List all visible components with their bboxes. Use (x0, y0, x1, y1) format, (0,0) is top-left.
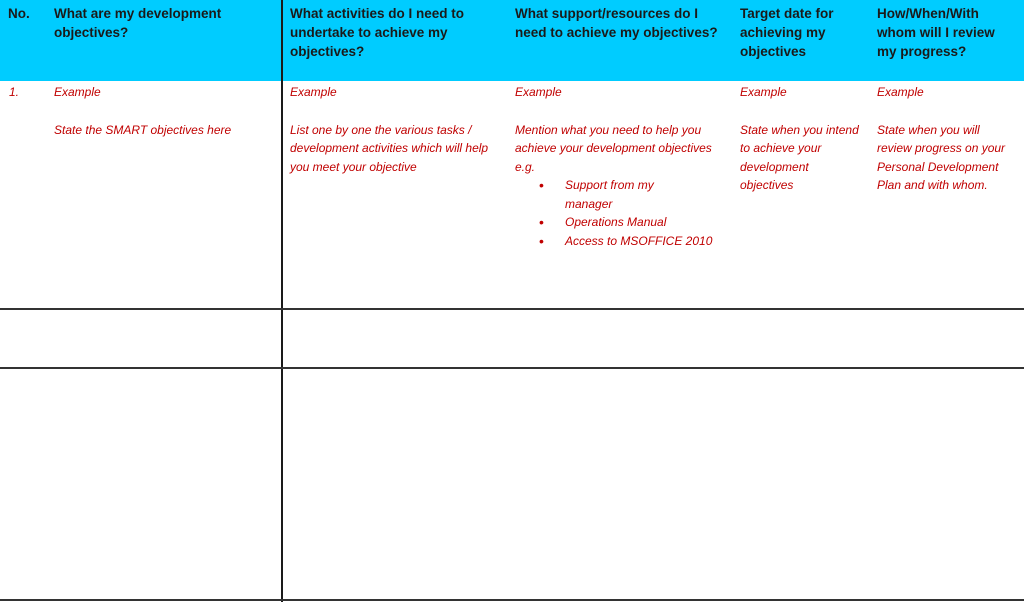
header-activities: What activities do I need to undertake t… (290, 6, 465, 59)
target-text: State when you intend to achieve your de… (740, 122, 859, 193)
objectives-cell[interactable]: Example State the SMART objectives here (54, 83, 279, 139)
bullet-item: Support from my manager (539, 176, 695, 213)
header-objectives: What are my development objectives? (54, 6, 222, 40)
review-text: State when you will review progress on y… (877, 122, 1006, 193)
header-target-date: Target date for achieving my objectives (740, 6, 834, 59)
target-date-cell[interactable]: Example State when you intend to achieve… (740, 83, 862, 195)
support-bullet-list: Support from my manager Operations Manua… (515, 176, 730, 250)
example-label: Example (740, 85, 787, 99)
empty-objectives-cell[interactable] (0, 369, 281, 599)
review-cell[interactable]: Example State when you will review progr… (877, 83, 1007, 195)
row-number: 1. (9, 85, 20, 99)
empty-activities-cell[interactable] (283, 310, 1024, 367)
example-label: Example (515, 85, 562, 99)
support-text: Mention what you need to help you achiev… (515, 122, 712, 174)
support-cell[interactable]: Example Mention what you need to help yo… (515, 83, 730, 250)
example-label: Example (877, 85, 924, 99)
example-label: Example (290, 85, 337, 99)
header-no: No. (8, 6, 30, 21)
header-review: How/When/With whom will I review my prog… (877, 6, 995, 59)
example-label: Example (54, 85, 101, 99)
empty-objectives-cell[interactable] (0, 310, 281, 367)
objectives-text: State the SMART objectives here (54, 122, 232, 137)
table-header: No. What are my development objectives? … (0, 0, 1024, 81)
activities-cell[interactable]: Example List one by one the various task… (290, 83, 502, 176)
bullet-item: Operations Manual (539, 213, 730, 232)
bullet-item: Access to MSOFFICE 2010 (539, 232, 730, 251)
row-divider (0, 599, 1024, 601)
empty-activities-cell[interactable] (283, 369, 1024, 599)
activities-text: List one by one the various tasks / deve… (290, 122, 489, 174)
header-support: What support/resources do I need to achi… (515, 6, 718, 40)
